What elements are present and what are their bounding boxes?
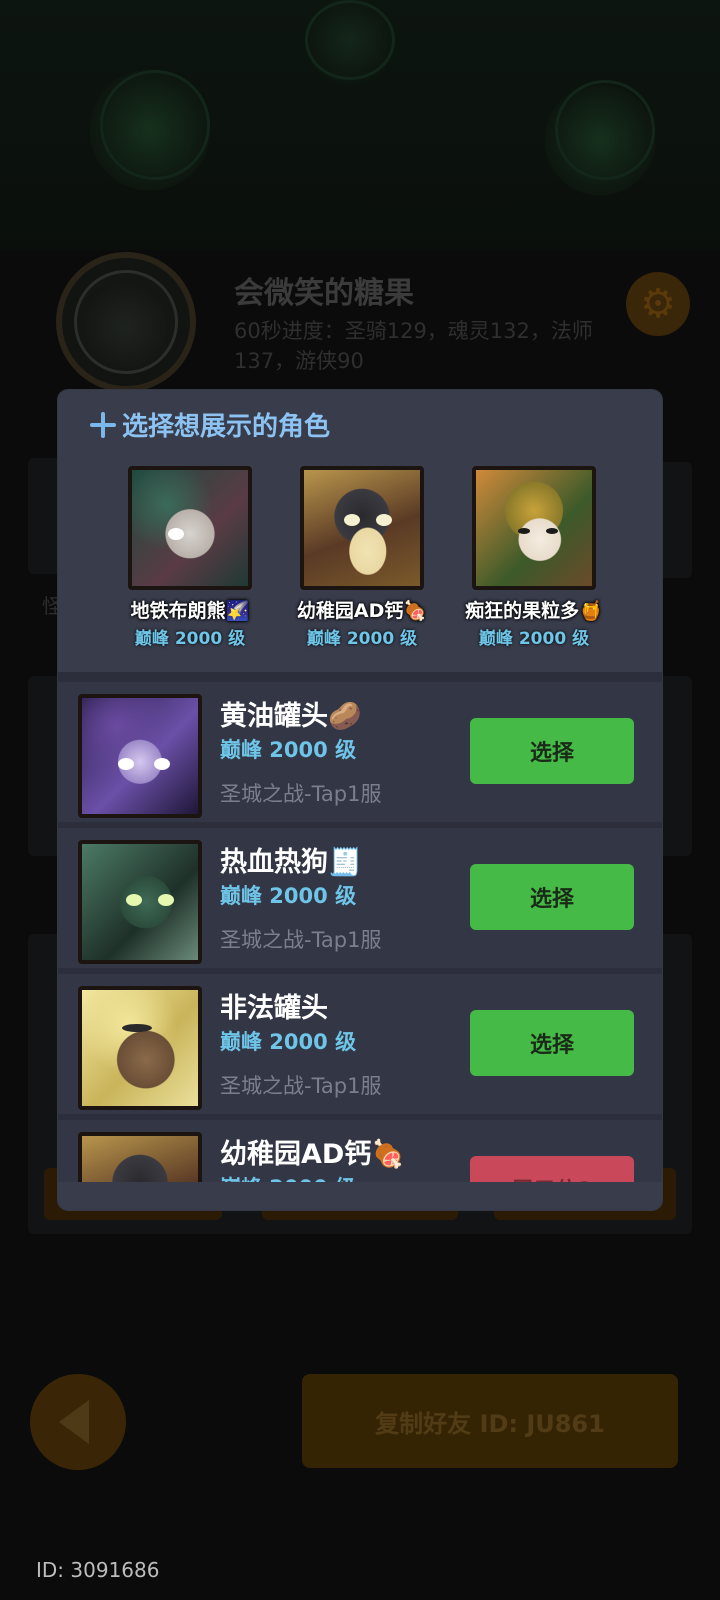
select-character-dialog: 选择想展示的角色 地铁布朗熊🌠 巅峰 2000 级 幼稚园AD钙🍖 巅峰 200…	[58, 390, 662, 1210]
showcase-name: 幼稚园AD钙🍖	[296, 600, 428, 622]
portrait-eye	[158, 894, 174, 906]
player-id: ID: 3091686	[36, 1558, 160, 1582]
portrait-eye	[168, 528, 184, 540]
character-portrait	[78, 694, 202, 818]
character-row[interactable]: 热血热狗🧾 巅峰 2000 级 圣城之战-Tap1服 选择	[58, 828, 662, 968]
character-server: 圣城之战-Tap1服	[220, 928, 382, 952]
player-name: 会微笑的糖果	[234, 276, 414, 311]
showcase-section: 选择想展示的角色 地铁布朗熊🌠 巅峰 2000 级 幼稚园AD钙🍖 巅峰 200…	[58, 390, 662, 672]
character-name: 黄油罐头🥔	[220, 701, 362, 732]
select-button[interactable]: 选择	[470, 864, 634, 930]
showcase-level: 巅峰 2000 级	[134, 629, 246, 649]
potion-decoration	[100, 70, 210, 180]
character-portrait	[78, 840, 202, 964]
portrait-eye	[122, 1024, 152, 1032]
showcase-slot-2[interactable]: 幼稚园AD钙🍖 巅峰 2000 级	[282, 466, 442, 649]
character-name: 热血热狗🧾	[220, 847, 362, 878]
character-portrait	[78, 986, 202, 1110]
dialog-title: 选择想展示的角色	[122, 412, 331, 442]
portrait-eye	[376, 514, 392, 526]
portrait-eye	[546, 528, 558, 534]
character-row[interactable]: 非法罐头 巅峰 2000 级 圣城之战-Tap1服 选择	[58, 974, 662, 1114]
showcase-slot-button[interactable]: 展示位2	[470, 1156, 634, 1182]
settings-button[interactable]: ⚙	[626, 272, 690, 336]
dialog-title-bar: 选择想展示的角色	[90, 406, 330, 443]
character-server: 圣城之战-Tap1服	[220, 782, 382, 806]
progress-text: 60秒进度：圣骑129，魂灵132，法师137，游侠90	[234, 319, 593, 373]
back-button[interactable]	[30, 1374, 126, 1470]
plus-icon	[90, 411, 116, 438]
showcase-name: 痴狂的果粒多🍯	[465, 600, 603, 622]
character-portrait	[128, 466, 252, 590]
potion-decoration	[305, 0, 395, 80]
copy-friend-id-button[interactable]: 复制好友 ID: JU861	[302, 1374, 678, 1468]
potion-decoration	[555, 80, 655, 180]
select-button[interactable]: 选择	[470, 718, 634, 784]
gear-icon: ⚙	[640, 281, 676, 327]
showcase-level: 巅峰 2000 级	[478, 629, 590, 649]
showcase-level: 巅峰 2000 级	[306, 629, 418, 649]
portrait-eye	[518, 528, 530, 534]
character-name: 幼稚园AD钙🍖	[220, 1139, 405, 1170]
character-level: 巅峰 2000 级	[220, 884, 357, 908]
dialog-footer	[58, 1182, 662, 1210]
character-level: 巅峰 2000 级	[220, 738, 357, 762]
select-button[interactable]: 选择	[470, 1010, 634, 1076]
character-portrait	[300, 466, 424, 590]
character-name: 非法罐头	[220, 993, 328, 1024]
character-row[interactable]: 幼稚园AD钙🍖 巅峰 2000 级 展示位2	[58, 1120, 662, 1182]
character-list[interactable]: 黄油罐头🥔 巅峰 2000 级 圣城之战-Tap1服 选择 热血热狗🧾 巅峰 2…	[58, 672, 662, 1182]
portrait-eye	[118, 758, 134, 770]
character-portrait	[472, 466, 596, 590]
showcase-name: 地铁布朗熊🌠	[130, 600, 250, 622]
portrait-eye	[344, 514, 360, 526]
character-portrait	[78, 1132, 202, 1182]
portrait-eye	[126, 894, 142, 906]
character-row[interactable]: 黄油罐头🥔 巅峰 2000 级 圣城之战-Tap1服 选择	[58, 682, 662, 822]
avatar-emblem	[74, 270, 178, 374]
showcase-slot-3[interactable]: 痴狂的果粒多🍯 巅峰 2000 级	[454, 466, 614, 649]
character-server: 圣城之战-Tap1服	[220, 1074, 382, 1098]
portrait-eye	[154, 758, 170, 770]
player-avatar[interactable]	[56, 252, 196, 392]
background-header-art	[0, 0, 720, 250]
character-level: 巅峰 2000 级	[220, 1172, 356, 1182]
showcase-slot-1[interactable]: 地铁布朗熊🌠 巅峰 2000 级	[110, 466, 270, 649]
character-level: 巅峰 2000 级	[220, 1030, 357, 1054]
back-arrow-icon	[59, 1400, 89, 1444]
